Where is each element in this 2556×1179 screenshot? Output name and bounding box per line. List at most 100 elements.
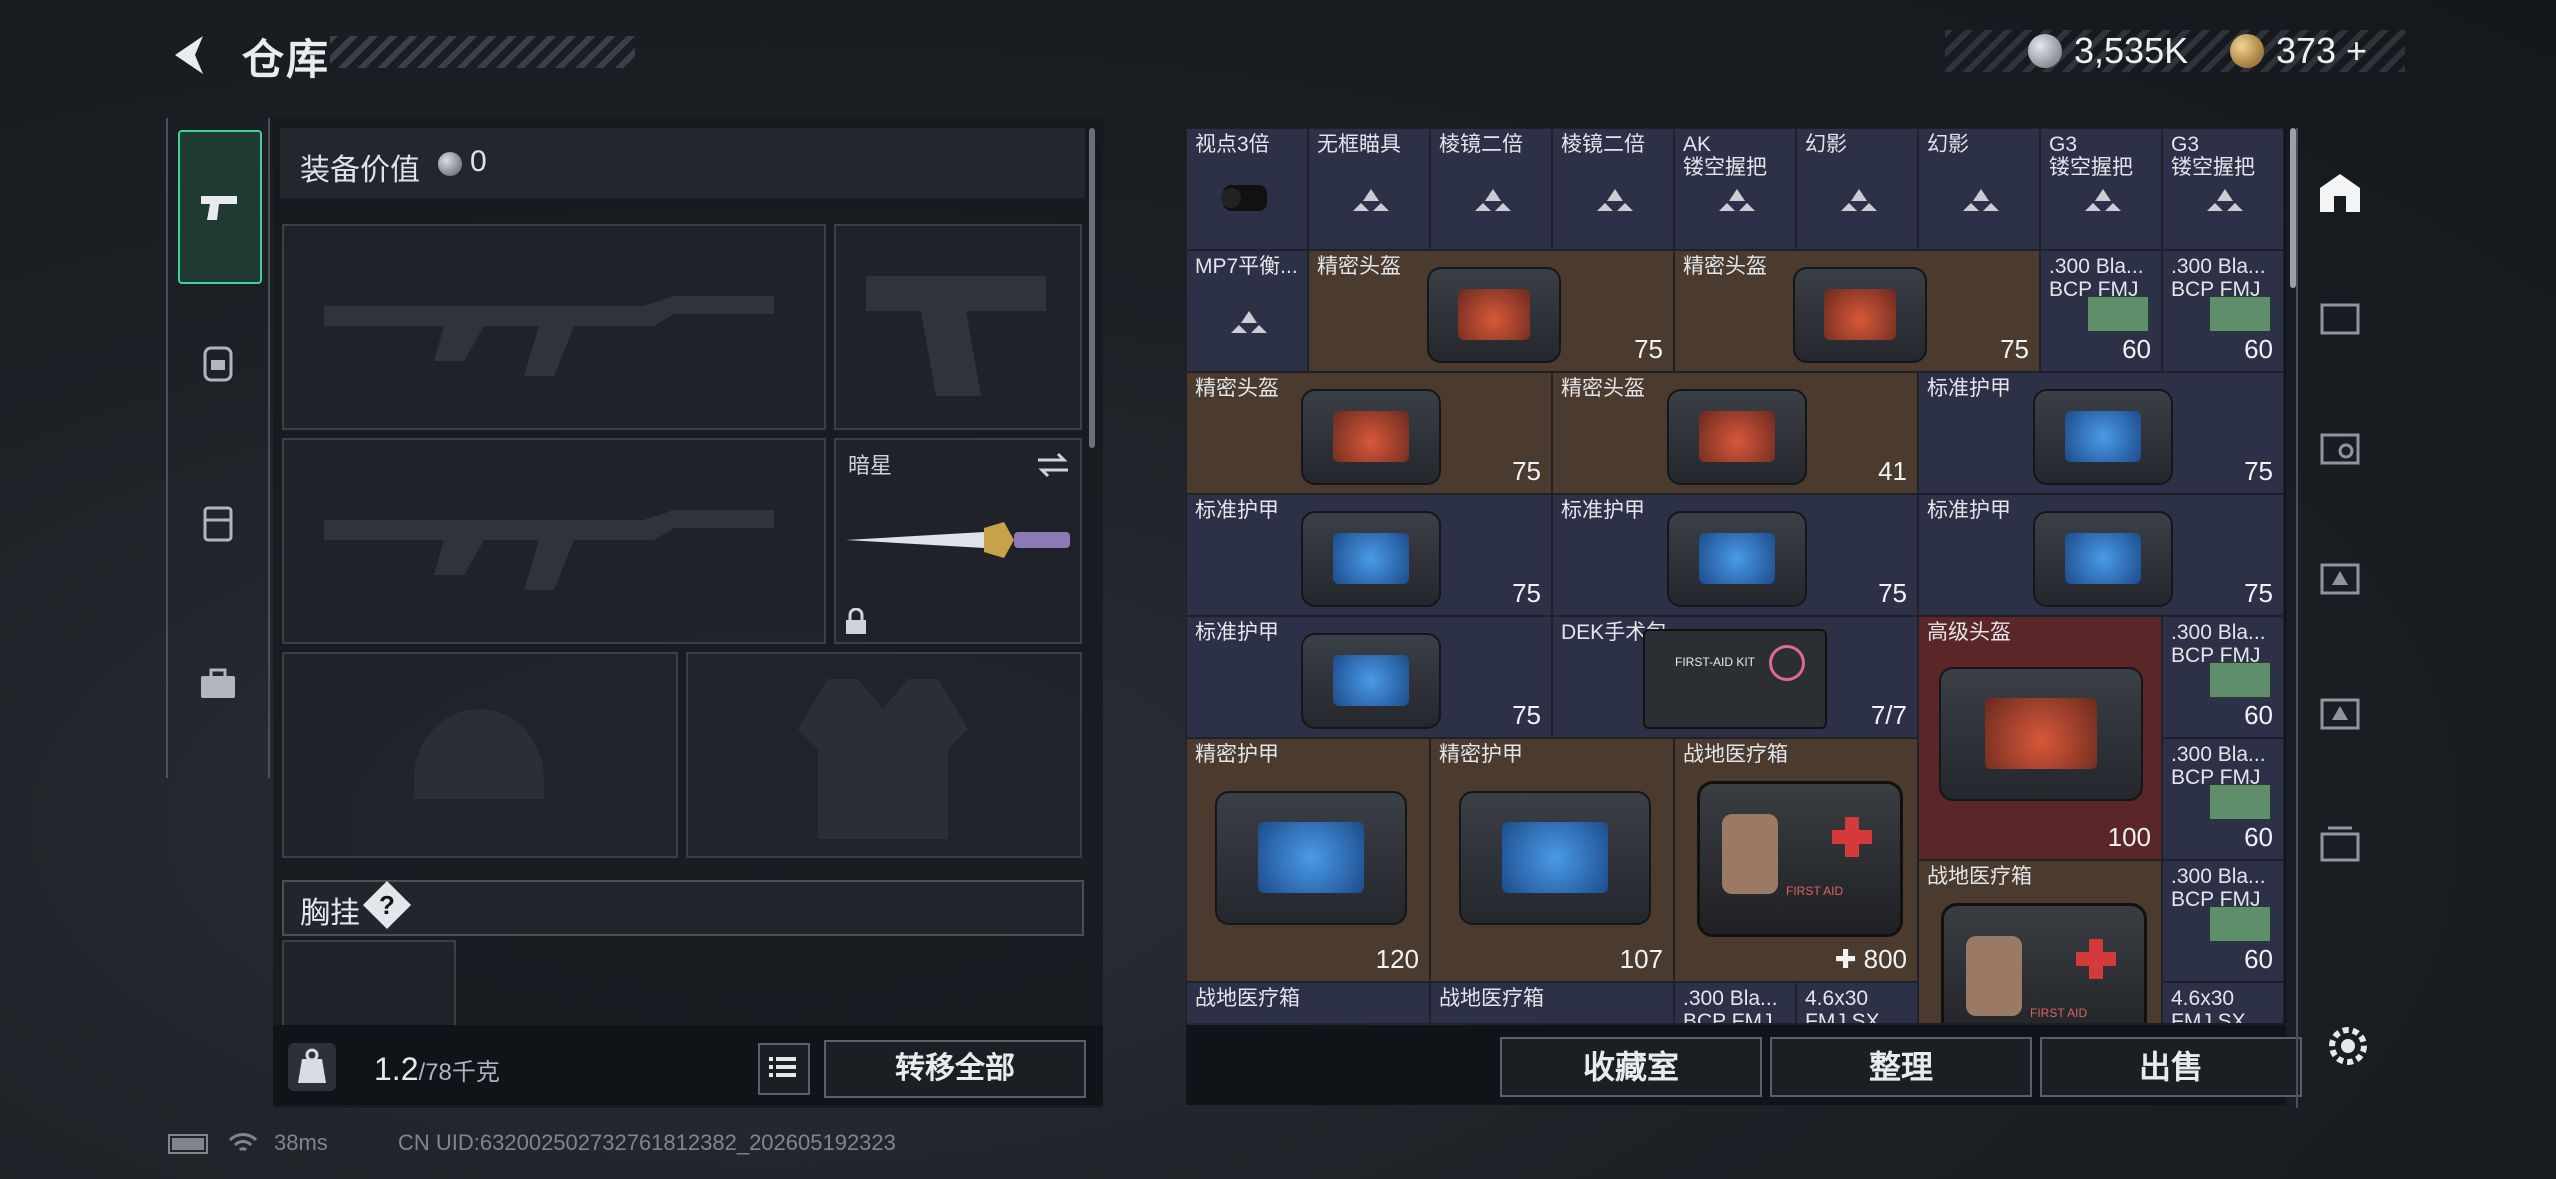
backpack-icon <box>203 346 233 382</box>
grid-item[interactable]: DEK手术包 FIRST-AID KIT 7/7 <box>1552 616 1918 738</box>
attachment-placeholder-icon <box>1719 189 1755 211</box>
vest-silhouette-icon <box>798 679 968 839</box>
user-uid: CN UID:632002502732761812382_20260519232… <box>398 1130 896 1155</box>
gold-amount: 373 <box>2276 30 2337 71</box>
grid-item[interactable]: 精密头盔 41 <box>1552 372 1918 494</box>
armor-slot[interactable] <box>686 652 1082 858</box>
grid-item[interactable]: 精密护甲 107 <box>1430 738 1674 982</box>
attachment-placeholder-icon <box>2207 189 2243 211</box>
add-gold-button[interactable]: + <box>2346 30 2367 72</box>
tab-gear[interactable] <box>178 288 258 438</box>
grid-item[interactable]: AK 镂空握把 <box>1674 128 1796 250</box>
pistol-silhouette-icon <box>866 276 1046 396</box>
grid-item[interactable]: .300 Bla... BCP FMJ 60 <box>2162 616 2284 738</box>
gold-coin-icon <box>2230 34 2264 68</box>
grid-item[interactable]: G3 镂空握把 <box>2162 128 2284 250</box>
grid-item[interactable]: .300 Bla... BCP FMJ 60 <box>2162 250 2284 372</box>
organize-button[interactable]: 整理 <box>1770 1037 2032 1097</box>
grid-item[interactable]: 无框瞄具 <box>1308 128 1430 250</box>
ammo-box-icon <box>2087 296 2149 332</box>
silver-amount: 3,535K <box>2074 30 2189 71</box>
helmet-bag-icon <box>1427 267 1561 363</box>
grid-item[interactable]: 幻影 <box>1918 128 2040 250</box>
weight-max: /78千克 <box>418 1059 500 1086</box>
warehouse-icon[interactable] <box>2316 168 2364 216</box>
back-arrow-icon[interactable] <box>165 30 215 80</box>
grid-item[interactable]: .300 Bla... BCP FMJ 60 <box>2162 738 2284 860</box>
wifi-icon <box>228 1133 258 1152</box>
warehouse-grid: 视点3倍 无框瞄具 棱镜二倍 棱镜二倍 AK 镂空握把 幻影 幻影 G3 镂空握把 … <box>1186 128 2286 1023</box>
grid-item[interactable]: G3 镂空握把 <box>2040 128 2162 250</box>
grid-item[interactable]: .300 Bla... BCP FMJ 60 <box>2162 860 2284 982</box>
grid-item[interactable]: 棱镜二倍 <box>1430 128 1552 250</box>
pistol-icon <box>201 196 237 220</box>
lock-icon <box>846 608 866 634</box>
grid-item[interactable]: 战地医疗箱 FIRST AID <box>1918 860 2162 1023</box>
grid-item[interactable]: 标准护甲 75 <box>1186 616 1552 738</box>
grid-item[interactable]: .300 Bla... BCP FMJ <box>1674 982 1796 1023</box>
attachment-placeholder-icon <box>1231 311 1267 333</box>
list-view-button[interactable] <box>758 1043 810 1095</box>
grid-item[interactable]: 标准护甲 75 <box>1918 372 2284 494</box>
equipment-value-label: 装备价值 <box>300 154 420 187</box>
storage-box-2-icon[interactable] <box>2316 555 2364 603</box>
armor-bag-icon <box>2033 389 2173 485</box>
grid-item[interactable]: 战地医疗箱 FIRST AID ✚ 800 <box>1674 738 1918 982</box>
medkit-icon: FIRST AID <box>1697 781 1903 937</box>
grid-item[interactable]: 标准护甲 75 <box>1918 494 2284 616</box>
tab-toolbox[interactable] <box>178 608 258 758</box>
ammo-box-icon <box>2209 906 2271 942</box>
attachment-placeholder-icon <box>1475 189 1511 211</box>
grid-item[interactable]: 精密头盔 75 <box>1674 250 2040 372</box>
grid-item[interactable]: 战地医疗箱 <box>1430 982 1674 1023</box>
attachment-placeholder-icon <box>1353 189 1389 211</box>
attachment-placeholder-icon <box>1597 189 1633 211</box>
storage-box-3-icon[interactable] <box>2316 295 2364 343</box>
storage-box-1-icon[interactable] <box>2316 820 2364 868</box>
storage-box-2b-icon[interactable] <box>2316 690 2364 738</box>
attachment-placeholder-icon <box>1841 189 1877 211</box>
grid-item[interactable]: 幻影 <box>1796 128 1918 250</box>
ammo-box-icon <box>2209 662 2271 698</box>
tab-storage[interactable] <box>178 448 258 598</box>
scope-icon <box>1221 185 1267 211</box>
secondary-weapon-slot[interactable] <box>282 438 826 644</box>
value-coin-icon <box>438 152 462 176</box>
storage-box-4-icon[interactable] <box>2316 425 2364 473</box>
swap-icon[interactable] <box>1036 450 1070 480</box>
grid-item[interactable]: 高级头盔 100 <box>1918 616 2162 860</box>
tab-weapons[interactable] <box>178 130 262 284</box>
pistol-slot[interactable] <box>834 224 1082 430</box>
grid-item[interactable]: 视点3倍 <box>1186 128 1308 250</box>
medkit-icon: FIRST AID <box>1941 903 2147 1023</box>
grid-item[interactable]: 精密头盔 75 <box>1308 250 1674 372</box>
grid-item[interactable]: MP7平衡... <box>1186 250 1308 372</box>
grid-item[interactable]: 棱镜二倍 <box>1552 128 1674 250</box>
grid-item[interactable]: 4.6x30 FMJ SX <box>1796 982 1918 1023</box>
page-title: 仓库 <box>242 36 331 83</box>
primary-weapon-slot[interactable] <box>282 224 826 430</box>
case-icon <box>203 506 233 542</box>
equipment-scrollbar[interactable] <box>1089 128 1095 448</box>
armor-bag-icon <box>1215 791 1407 925</box>
attachment-placeholder-icon <box>2085 189 2121 211</box>
helmet-silhouette-icon <box>414 709 544 799</box>
grid-item[interactable]: 标准护甲 75 <box>1186 494 1552 616</box>
melee-slot[interactable]: 暗星 <box>834 438 1082 644</box>
transfer-all-button[interactable]: 转移全部 <box>824 1040 1086 1098</box>
grid-item[interactable]: 精密护甲 120 <box>1186 738 1430 982</box>
chest-rig-slot[interactable] <box>282 940 456 1027</box>
grid-item[interactable]: 4.6x30 FMJ SX <box>2162 982 2284 1023</box>
weight-readout: 1.2/78千克 <box>374 1051 500 1088</box>
grid-item[interactable]: 精密头盔 75 <box>1186 372 1552 494</box>
grid-item[interactable]: 标准护甲 75 <box>1552 494 1918 616</box>
settings-gear-icon[interactable] <box>2322 1020 2374 1072</box>
grid-item[interactable]: .300 Bla... BCP FMJ 60 <box>2040 250 2162 372</box>
armor-bag-icon <box>1301 511 1441 607</box>
title-decoration <box>330 36 635 68</box>
helmet-slot[interactable] <box>282 652 678 858</box>
melee-slot-label: 暗星 <box>848 453 893 478</box>
sell-button[interactable]: 出售 <box>2040 1037 2302 1097</box>
collection-button[interactable]: 收藏室 <box>1500 1037 1762 1097</box>
grid-item[interactable]: 战地医疗箱 <box>1186 982 1430 1023</box>
